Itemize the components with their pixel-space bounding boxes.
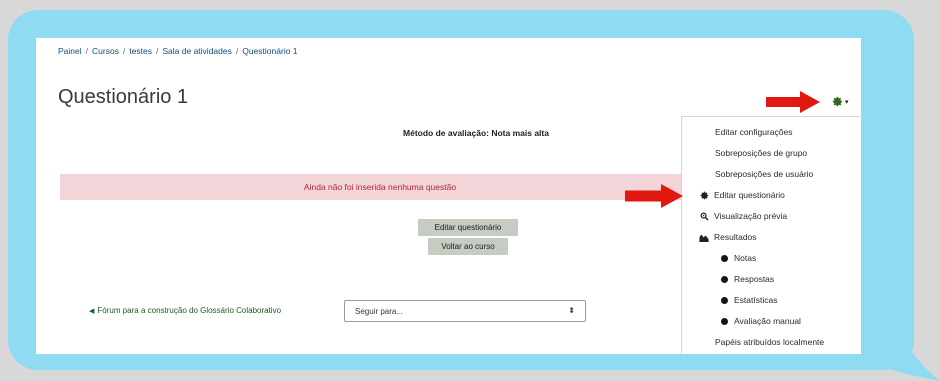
menu-item-manual-grading[interactable]: Avaliação manual: [719, 316, 801, 326]
menu-item-edit-settings-label: Editar configurações: [715, 127, 793, 137]
bullet-icon: [719, 254, 729, 262]
settings-dropdown-menu: Editar configurações Sobreposições de gr…: [681, 116, 861, 354]
jump-to-value: Seguir para...: [355, 306, 404, 316]
menu-item-local-roles-label: Papéis atribuídos localmente: [715, 337, 825, 347]
select-arrows-icon: ⬍: [568, 306, 575, 315]
menu-item-results[interactable]: Resultados: [699, 232, 757, 242]
menu-item-preview-label: Visualização prévia: [714, 211, 788, 221]
breadcrumb-painel[interactable]: Painel: [58, 46, 82, 56]
menu-item-edit-quiz[interactable]: Editar questionário: [699, 190, 785, 200]
breadcrumb-testes[interactable]: testes: [129, 46, 152, 56]
breadcrumb: Painel / Cursos / testes / Sala de atividades /…: [58, 46, 298, 56]
no-questions-alert: Ainda não foi inserida nenhuma questão: [60, 174, 700, 200]
menu-item-responses-label: Respostas: [734, 274, 775, 284]
menu-item-user-overrides-label: Sobreposições de usuário: [715, 169, 814, 179]
jump-to-select[interactable]: Seguir para... ⬍: [344, 300, 586, 322]
previous-activity-label: Fórum para a construção do Glossário Col…: [97, 306, 282, 315]
menu-item-edit-settings[interactable]: Editar configurações: [715, 127, 793, 137]
menu-item-grades-label: Notas: [734, 253, 757, 263]
menu-item-edit-quiz-label: Editar questionário: [714, 190, 785, 200]
bullet-icon: [719, 296, 729, 304]
bullet-icon: [719, 275, 729, 283]
annotation-arrow-edit-quiz: [625, 184, 683, 208]
alert-text: Ainda não foi inserida nenhuma questão: [303, 182, 457, 192]
breadcrumb-questionario[interactable]: Questionário 1: [242, 46, 297, 56]
previous-activity-link[interactable]: ◀ Fórum para a construção do Glossário Co…: [89, 306, 281, 315]
triangle-left-icon: ◀: [89, 308, 95, 315]
menu-item-statistics-label: Estatísticas: [734, 295, 778, 305]
speech-bubble-tail: [860, 300, 940, 381]
moodle-page: Painel / Cursos / testes / Sala de atividades /…: [36, 38, 861, 354]
menu-item-group-overrides-label: Sobreposições de grupo: [715, 148, 808, 158]
page-title: Questionário 1: [58, 86, 189, 108]
menu-item-group-overrides[interactable]: Sobreposições de grupo: [715, 148, 807, 158]
caret-down-icon: ▾: [845, 98, 849, 106]
edit-quiz-button[interactable]: Editar questionário: [418, 219, 518, 236]
menu-item-local-roles[interactable]: Papéis atribuídos localmente: [715, 337, 824, 347]
menu-item-responses[interactable]: Respostas: [719, 274, 774, 284]
menu-item-results-label: Resultados: [714, 232, 757, 242]
chart-icon: [699, 233, 709, 242]
back-to-course-button[interactable]: Voltar ao curso: [428, 238, 508, 255]
gear-icon: [699, 191, 709, 200]
magnifier-icon: [699, 212, 709, 221]
breadcrumb-sala-de-atividades[interactable]: Sala de atividades: [162, 46, 231, 56]
menu-item-user-overrides[interactable]: Sobreposições de usuário: [715, 169, 813, 179]
menu-item-grades[interactable]: Notas: [719, 253, 756, 263]
breadcrumb-cursos[interactable]: Cursos: [92, 46, 119, 56]
gear-icon: [832, 96, 843, 107]
menu-item-manual-grading-label: Avaliação manual: [734, 316, 801, 326]
annotation-arrow-gear: [766, 91, 820, 113]
menu-item-preview[interactable]: Visualização prévia: [699, 211, 787, 221]
bullet-icon: [719, 317, 729, 325]
settings-menu-toggle[interactable]: ▾: [832, 96, 849, 107]
menu-item-statistics[interactable]: Estatísticas: [719, 295, 777, 305]
grading-method: Método de avaliação: Nota mais alta: [403, 128, 549, 138]
